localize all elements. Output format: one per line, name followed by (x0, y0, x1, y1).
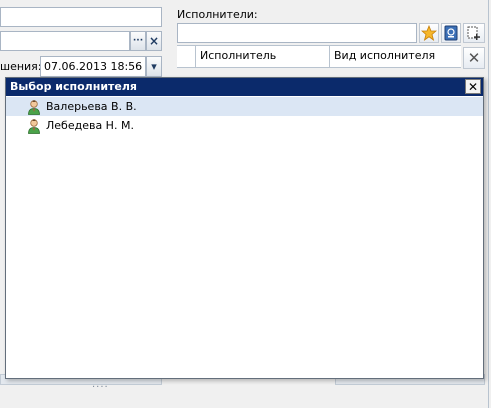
dialog-title: Выбор исполнителя (10, 80, 137, 93)
add-icon (467, 26, 480, 40)
date-dropdown-button[interactable]: ▾ (146, 56, 162, 77)
column-header-performer-type[interactable]: Вид исполнителя (329, 46, 460, 67)
close-icon: ✕ (467, 79, 479, 94)
grid-header-row-selector (177, 46, 195, 67)
performer-list: Валерьева В. В. Лебедева Н. М. (6, 96, 483, 378)
favorite-button[interactable] (419, 23, 439, 43)
performers-input[interactable] (177, 23, 417, 43)
performers-grid-header: Исполнитель Вид исполнителя (177, 45, 461, 68)
clear-icon: × (148, 34, 160, 48)
performers-label: Исполнители: (177, 8, 258, 21)
lookup-field[interactable] (0, 31, 130, 51)
list-item[interactable]: Валерьева В. В. (6, 97, 483, 116)
user-icon (28, 99, 40, 115)
list-item-label: Лебедева Н. М. (46, 119, 134, 132)
list-item-label: Валерьева В. В. (46, 100, 137, 113)
right-edge-border (488, 0, 489, 408)
address-book-button[interactable] (441, 23, 461, 43)
chevron-down-icon: ▾ (151, 60, 157, 73)
dialog-close-button[interactable]: ✕ (465, 79, 481, 94)
remove-button[interactable]: ✕ (463, 47, 485, 69)
star-icon (421, 25, 437, 41)
select-performer-dialog: Выбор исполнителя ✕ Валерьева В. В. Лебе… (5, 77, 484, 379)
dialog-title-bar: Выбор исполнителя (6, 78, 483, 96)
add-button[interactable] (463, 23, 485, 43)
list-item[interactable]: Лебедева Н. М. (6, 116, 483, 135)
remove-icon: ✕ (467, 49, 481, 67)
column-header-performer[interactable]: Исполнитель (195, 46, 329, 67)
splitter-grip[interactable]: ···· (92, 381, 109, 395)
date-field[interactable]: 07.06.2013 18:56 (40, 56, 146, 77)
top-text-field[interactable] (0, 7, 162, 27)
date-value: 07.06.2013 18:56 (44, 60, 143, 73)
date-label: шения: (0, 60, 42, 73)
address-book-icon (444, 25, 458, 41)
ellipsis-label: ··· (132, 36, 144, 46)
ellipsis-button[interactable]: ··· (130, 31, 146, 51)
user-icon (28, 118, 40, 134)
clear-button[interactable]: × (146, 31, 162, 51)
